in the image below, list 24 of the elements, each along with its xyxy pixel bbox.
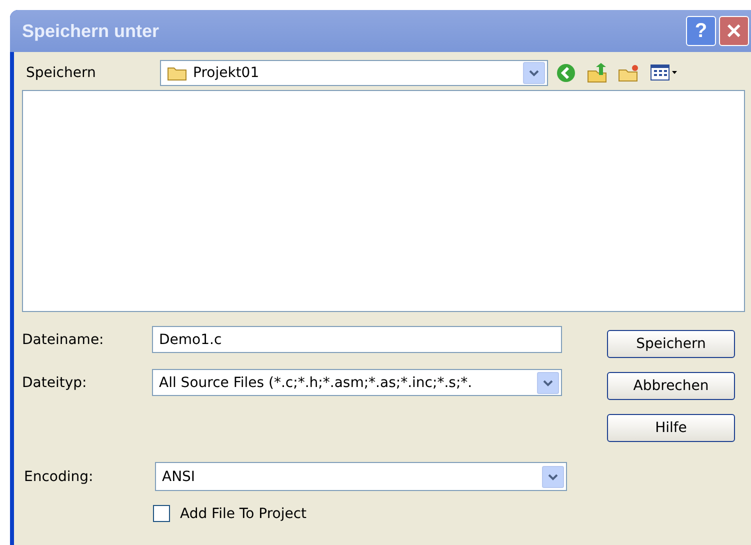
- add-to-project-label: Add File To Project: [180, 506, 307, 522]
- new-folder-icon[interactable]: [618, 63, 640, 83]
- chevron-icon: [543, 378, 553, 386]
- encoding-dropdown[interactable]: ANSI: [155, 462, 567, 491]
- back-icon[interactable]: [556, 63, 576, 83]
- filename-field[interactable]: Demo1.c: [152, 326, 562, 353]
- filename-label: Dateiname:: [22, 332, 105, 348]
- up-folder-icon[interactable]: [586, 63, 608, 83]
- chevron-icon: [548, 472, 558, 480]
- filetype-dropdown[interactable]: All Source Files (*.c;*.h;*.asm;*.as;*.inc;*.s;*.: [152, 369, 562, 396]
- save-button[interactable]: Speichern: [607, 330, 735, 358]
- window-title: Speichern unter: [22, 20, 160, 42]
- help-button[interactable]: ?: [686, 16, 716, 46]
- help-button[interactable]: Hilfe: [607, 414, 735, 442]
- folder-dropdown[interactable]: Projekt01: [160, 60, 548, 86]
- filetype-label: Dateityp:: [22, 374, 88, 390]
- close-button[interactable]: ✕: [719, 16, 749, 46]
- chevron-icon: [529, 69, 539, 77]
- view-menu-icon[interactable]: [650, 64, 678, 82]
- cancel-button[interactable]: Abbrechen: [607, 372, 735, 400]
- folder-icon: [167, 65, 187, 81]
- encoding-label: Encoding:: [23, 468, 94, 484]
- add-to-project-checkbox[interactable]: [153, 505, 170, 522]
- save-in-label: Speichern: [25, 65, 97, 81]
